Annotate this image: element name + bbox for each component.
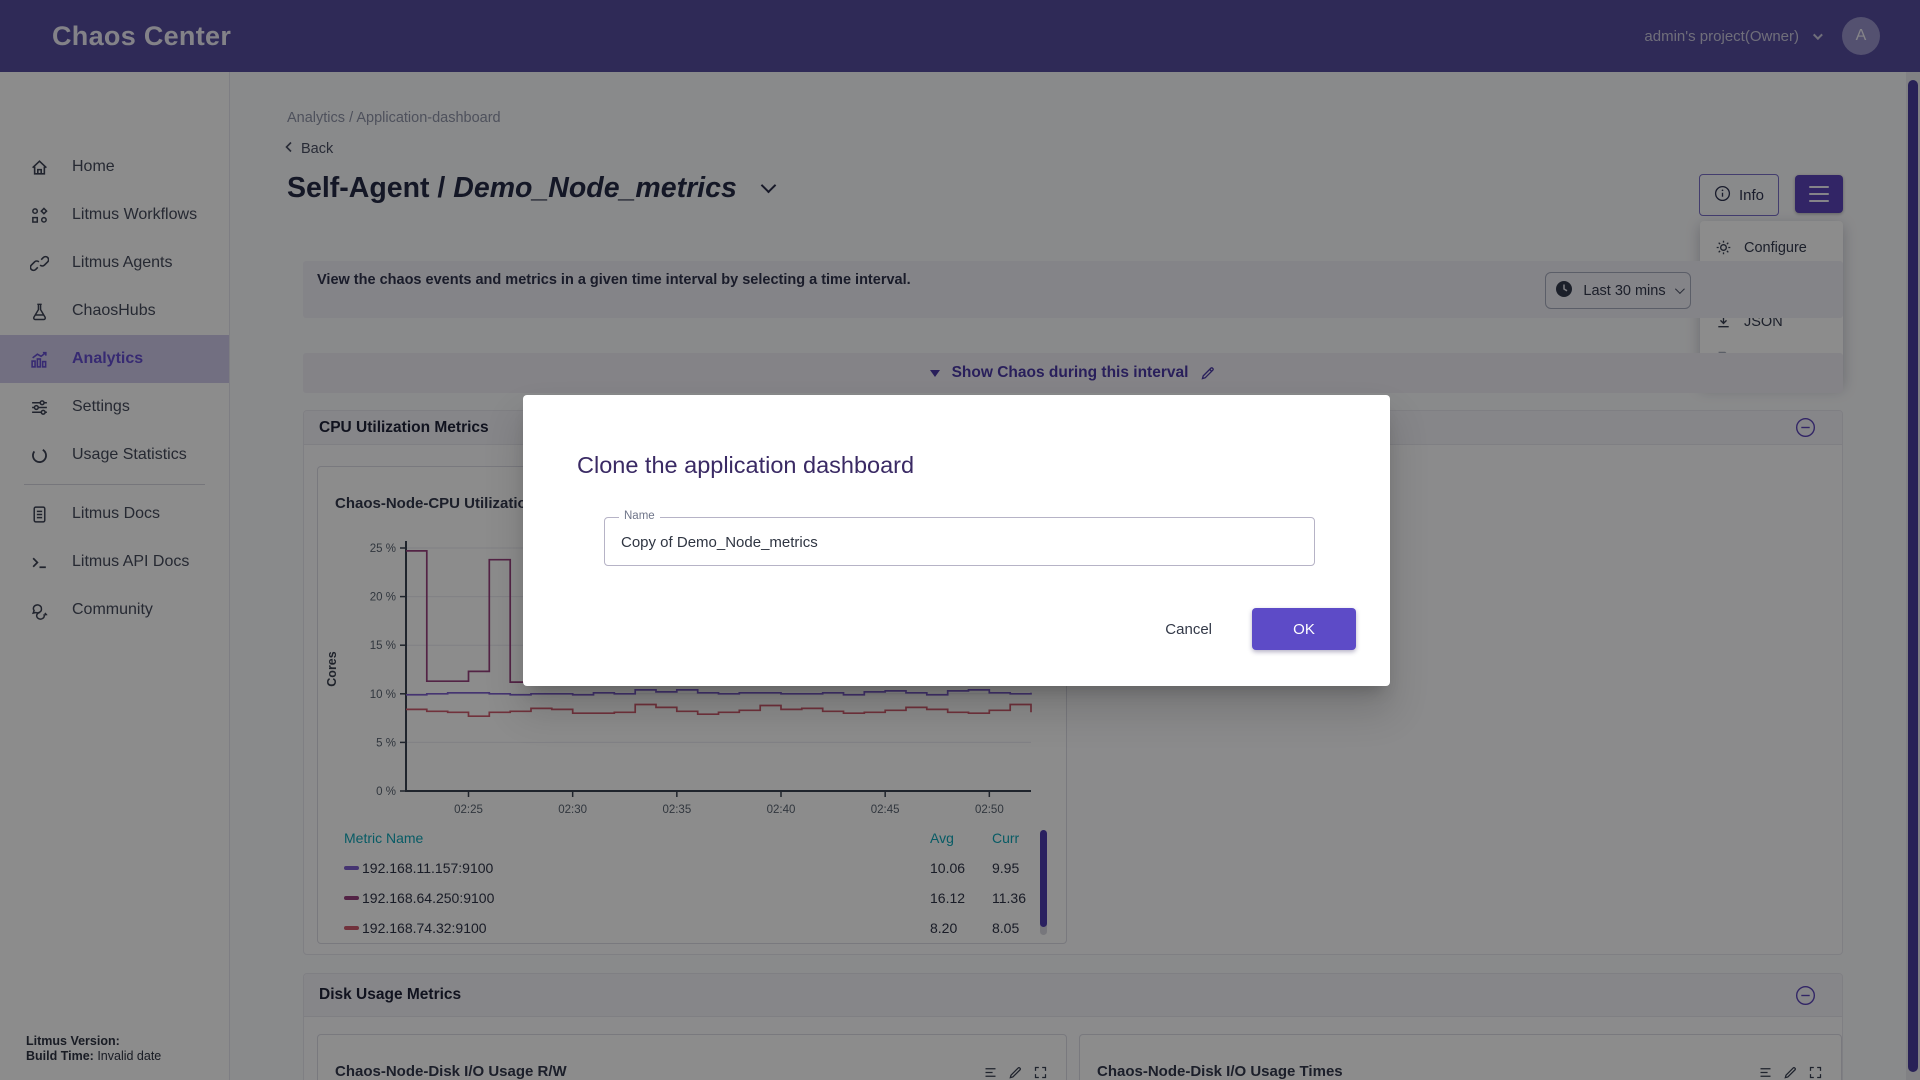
clone-dashboard-modal: Clone the application dashboard Name Cop… [523,395,1390,686]
ok-button[interactable]: OK [1252,608,1356,650]
chaos-center-app: Chaos Center admin's project(Owner) A Ho… [0,0,1920,1080]
cancel-button[interactable]: Cancel [1159,620,1218,639]
name-field-value: Copy of Demo_Node_metrics [621,518,818,567]
name-field[interactable]: Name Copy of Demo_Node_metrics [604,517,1315,566]
modal-title: Clone the application dashboard [577,452,914,479]
